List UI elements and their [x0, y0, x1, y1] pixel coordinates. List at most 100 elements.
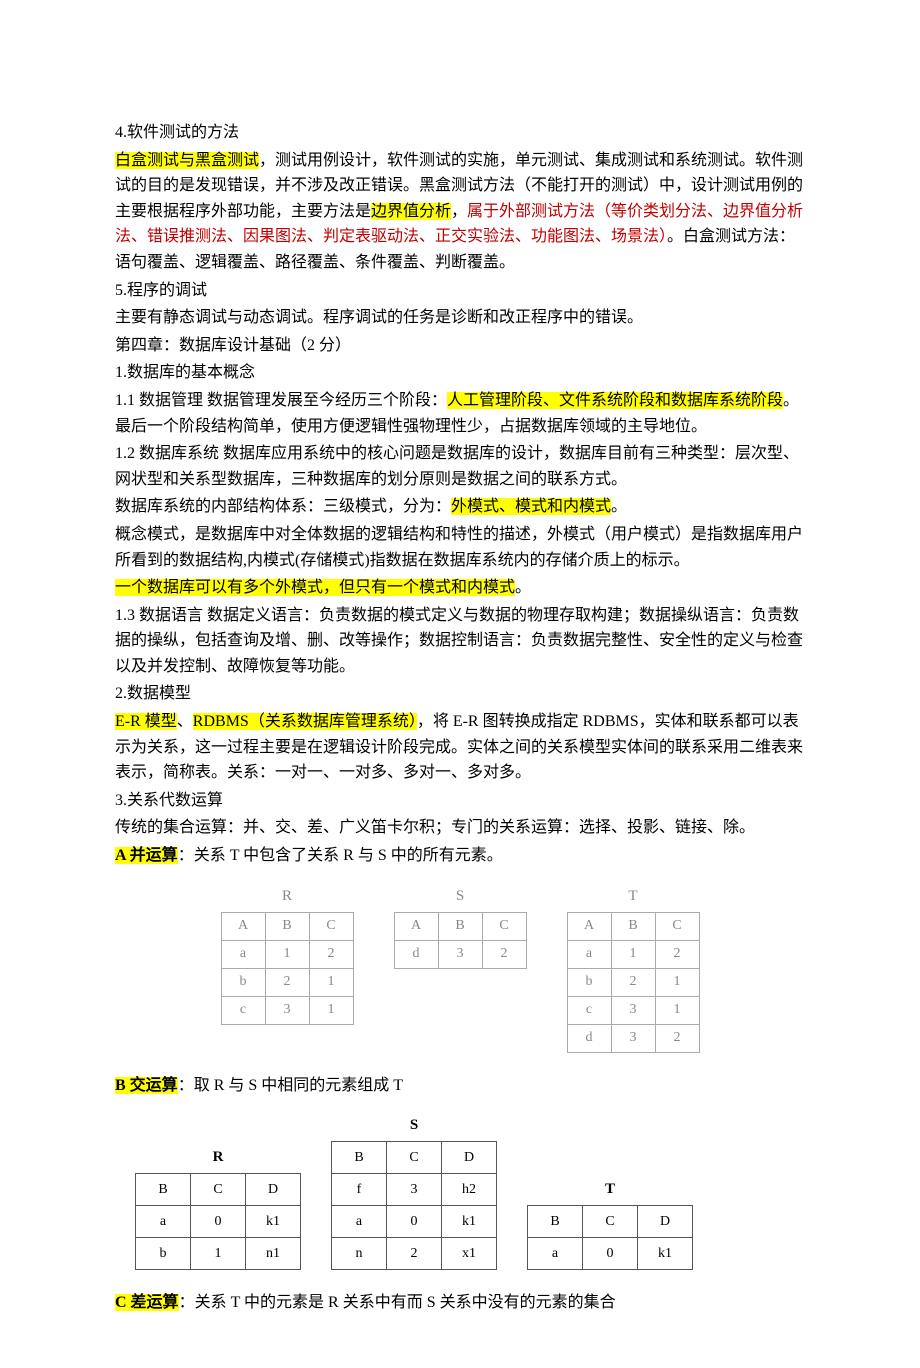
heading-3-algebra: 3.关系代数运算	[115, 788, 805, 814]
cell: b	[136, 1238, 191, 1270]
heading-5: 5.程序的调试	[115, 278, 805, 304]
heading-1-db: 1.数据库的基本概念	[115, 360, 805, 386]
text: 数据库系统的内部结构体系：三级模式，分为：	[115, 498, 451, 515]
cell: B	[136, 1174, 191, 1206]
para-testing: 白盒测试与黑盒测试，测试用例设计，软件测试的实施，单元测试、集成测试和系统测试。…	[115, 148, 805, 276]
cell: 1	[611, 940, 655, 968]
cell: C	[583, 1206, 638, 1238]
hl-schema-modes: 外模式、模式和内模式	[451, 498, 611, 515]
hl-rdbms: RDBMS（关系数据库管理系统）	[193, 713, 417, 730]
cell: D	[638, 1206, 693, 1238]
text: ：关系 T 中包含了关系 R 与 S 中的所有元素。	[178, 847, 503, 864]
caption-s: S	[394, 884, 527, 912]
union-tables: R ABC a12 b21 c31 S ABC d32 T ABC a12 b2…	[115, 884, 805, 1053]
cell: A	[567, 912, 611, 940]
para-concept-schema: 概念模式，是数据库中对全体数据的逻辑结构和特性的描述，外模式（用户模式）是指数据…	[115, 522, 805, 573]
para-difference: C 差运算：关系 T 中的元素是 R 关系中有而 S 关系中没有的元素的集合	[115, 1290, 805, 1316]
cell: A	[221, 912, 265, 940]
cell: n	[332, 1238, 387, 1270]
cell: 2	[655, 940, 699, 968]
cell: b	[221, 968, 265, 996]
cell: 0	[191, 1206, 246, 1238]
cell: 2	[309, 940, 353, 968]
para-union: A 并运算：关系 T 中包含了关系 R 与 S 中的所有元素。	[115, 843, 805, 869]
cell: 2	[655, 1024, 699, 1052]
cell: C	[387, 1142, 442, 1174]
cell: 2	[611, 968, 655, 996]
para-er-rdbms: E-R 模型、RDBMS（关系数据库管理系统），将 E-R 图转换成指定 RDB…	[115, 709, 805, 786]
para-1-1: 1.1 数据管理 数据管理发展至今经历三个阶段：人工管理阶段、文件系统阶段和数据…	[115, 388, 805, 439]
cell: a	[136, 1206, 191, 1238]
para-1-3: 1.3 数据语言 数据定义语言：负责数据的模式定义与数据的物理存取构建；数据操纵…	[115, 603, 805, 680]
cell: d	[567, 1024, 611, 1052]
cell: a	[528, 1238, 583, 1270]
hl-boundary: 边界值分析	[371, 203, 451, 220]
table-t-inter: T BCD a0k1	[527, 1177, 693, 1270]
table-s-union: S ABC d32	[394, 884, 527, 969]
cell: 2	[387, 1238, 442, 1270]
text: 、	[177, 713, 193, 730]
cell: x1	[442, 1238, 497, 1270]
chapter-4-title: 第四章：数据库设计基础（2 分）	[115, 333, 805, 359]
cell: C	[482, 912, 526, 940]
cell: 0	[583, 1238, 638, 1270]
cell: 3	[611, 996, 655, 1024]
cell: A	[394, 912, 438, 940]
text: 。	[515, 579, 531, 596]
caption-r: R	[135, 1145, 301, 1173]
cell: d	[394, 940, 438, 968]
cell: k1	[638, 1238, 693, 1270]
cell: 3	[611, 1024, 655, 1052]
cell: D	[442, 1142, 497, 1174]
hl-one-schema: 一个数据库可以有多个外模式，但只有一个模式和内模式	[115, 579, 515, 596]
hl-b-inter: B 交运算	[115, 1077, 178, 1094]
cell: B	[332, 1142, 387, 1174]
cell: B	[528, 1206, 583, 1238]
hl-er: E-R 模型	[115, 713, 177, 730]
para-set-ops: 传统的集合运算：并、交、差、广义笛卡尔积；专门的关系运算：选择、投影、链接、除。	[115, 815, 805, 841]
cell: f	[332, 1174, 387, 1206]
cell: k1	[246, 1206, 301, 1238]
cell: B	[265, 912, 309, 940]
cell: C	[309, 912, 353, 940]
text: ：关系 T 中的元素是 R 关系中有而 S 关系中没有的元素的集合	[179, 1294, 616, 1311]
table-r-union: R ABC a12 b21 c31	[221, 884, 354, 1025]
cell: D	[246, 1174, 301, 1206]
cell: c	[567, 996, 611, 1024]
cell: C	[191, 1174, 246, 1206]
cell: c	[221, 996, 265, 1024]
cell: b	[567, 968, 611, 996]
cell: a	[332, 1206, 387, 1238]
para-one-schema: 一个数据库可以有多个外模式，但只有一个模式和内模式。	[115, 575, 805, 601]
cell: 3	[265, 996, 309, 1024]
cell: 1	[309, 968, 353, 996]
cell: 3	[438, 940, 482, 968]
para-schema: 数据库系统的内部结构体系：三级模式，分为：外模式、模式和内模式。	[115, 494, 805, 520]
para-debug: 主要有静态调试与动态调试。程序调试的任务是诊断和改正程序中的错误。	[115, 305, 805, 331]
hl-a-union: A 并运算	[115, 847, 178, 864]
text: 。	[611, 498, 627, 515]
cell: a	[567, 940, 611, 968]
cell: n1	[246, 1238, 301, 1270]
cell: C	[655, 912, 699, 940]
cell: 1	[655, 968, 699, 996]
caption-t: T	[567, 884, 700, 912]
cell: 1	[265, 940, 309, 968]
cell: B	[611, 912, 655, 940]
cell: 2	[265, 968, 309, 996]
hl-stages: 人工管理阶段、文件系统阶段和数据库系统阶段	[447, 392, 783, 409]
hl-white-black-box: 白盒测试与黑盒测试	[115, 152, 259, 169]
cell: 1	[655, 996, 699, 1024]
cell: 3	[387, 1174, 442, 1206]
cell: 1	[191, 1238, 246, 1270]
cell: a	[221, 940, 265, 968]
intersection-tables: R BCD a0k1 b1n1 S BCD f3h2 a0k1 n2x1 T B…	[115, 1113, 805, 1270]
cell: 2	[482, 940, 526, 968]
cell: 1	[309, 996, 353, 1024]
caption-s: S	[331, 1113, 497, 1141]
cell: 0	[387, 1206, 442, 1238]
text: 1.1 数据管理 数据管理发展至今经历三个阶段：	[115, 392, 447, 409]
text: ：取 R 与 S 中相同的元素组成 T	[178, 1077, 403, 1094]
heading-4: 4.软件测试的方法	[115, 120, 805, 146]
heading-2-datamodel: 2.数据模型	[115, 681, 805, 707]
